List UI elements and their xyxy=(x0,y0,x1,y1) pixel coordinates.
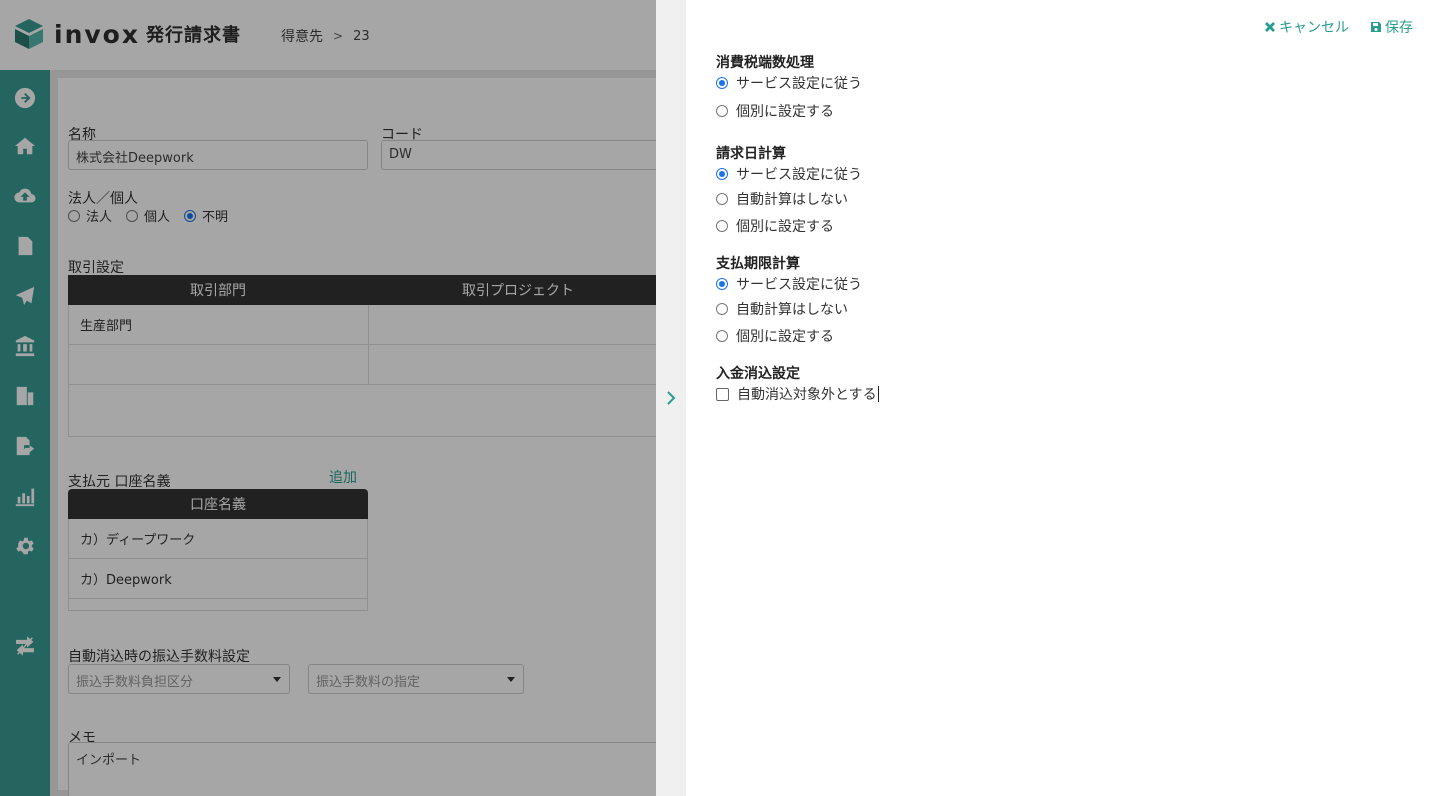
option-label: サービス設定に従う xyxy=(736,167,862,183)
close-icon xyxy=(1265,22,1275,32)
billing-option-service[interactable]: サービス設定に従う xyxy=(716,164,862,184)
option-label: 自動計算はしない xyxy=(736,192,848,208)
option-label: 個別に設定する xyxy=(736,104,834,120)
due-option-service[interactable]: サービス設定に従う xyxy=(716,274,862,294)
tax-option-individual[interactable]: 個別に設定する xyxy=(716,101,834,121)
reconcile-exclude-checkbox[interactable]: 自動消込対象外とする xyxy=(716,384,879,404)
billing-option-no-auto[interactable]: 自動計算はしない xyxy=(716,189,848,209)
radio-selected-icon xyxy=(716,168,728,180)
tax-option-service[interactable]: サービス設定に従う xyxy=(716,73,862,93)
save-label: 保存 xyxy=(1385,20,1413,36)
billing-option-individual[interactable]: 個別に設定する xyxy=(716,216,834,236)
option-label: 自動計算はしない xyxy=(736,302,848,318)
due-option-individual[interactable]: 個別に設定する xyxy=(716,326,834,346)
option-label: サービス設定に従う xyxy=(736,76,862,92)
cancel-button[interactable]: キャンセル xyxy=(1264,17,1349,37)
radio-selected-icon xyxy=(716,278,728,290)
checkbox-label: 自動消込対象外とする xyxy=(737,387,877,403)
floppy-disk-icon xyxy=(1371,22,1381,32)
text-cursor xyxy=(877,386,879,402)
save-button[interactable]: 保存 xyxy=(1370,17,1413,37)
radio-icon xyxy=(716,303,728,315)
option-label: 個別に設定する xyxy=(736,329,834,345)
due-date-title: 支払期限計算 xyxy=(716,256,800,272)
radio-icon xyxy=(716,220,728,232)
radio-selected-icon xyxy=(716,77,728,89)
settings-drawer: キャンセル 保存 消費税端数処理 サービス設定に従う 個別に設定する 請求日計算… xyxy=(686,0,1456,796)
radio-icon xyxy=(716,105,728,117)
modal-overlay[interactable] xyxy=(0,0,656,796)
tax-rounding-title: 消費税端数処理 xyxy=(716,55,814,71)
drawer-handle[interactable] xyxy=(656,0,686,796)
reconcile-title: 入金消込設定 xyxy=(716,366,800,382)
cancel-label: キャンセル xyxy=(1279,20,1349,36)
option-label: 個別に設定する xyxy=(736,219,834,235)
option-label: サービス設定に従う xyxy=(736,277,862,293)
billing-date-title: 請求日計算 xyxy=(716,146,786,162)
radio-icon xyxy=(716,193,728,205)
due-option-no-auto[interactable]: 自動計算はしない xyxy=(716,299,848,319)
checkbox-icon xyxy=(716,387,729,401)
radio-icon xyxy=(716,330,728,342)
chevron-right-icon xyxy=(667,391,676,405)
